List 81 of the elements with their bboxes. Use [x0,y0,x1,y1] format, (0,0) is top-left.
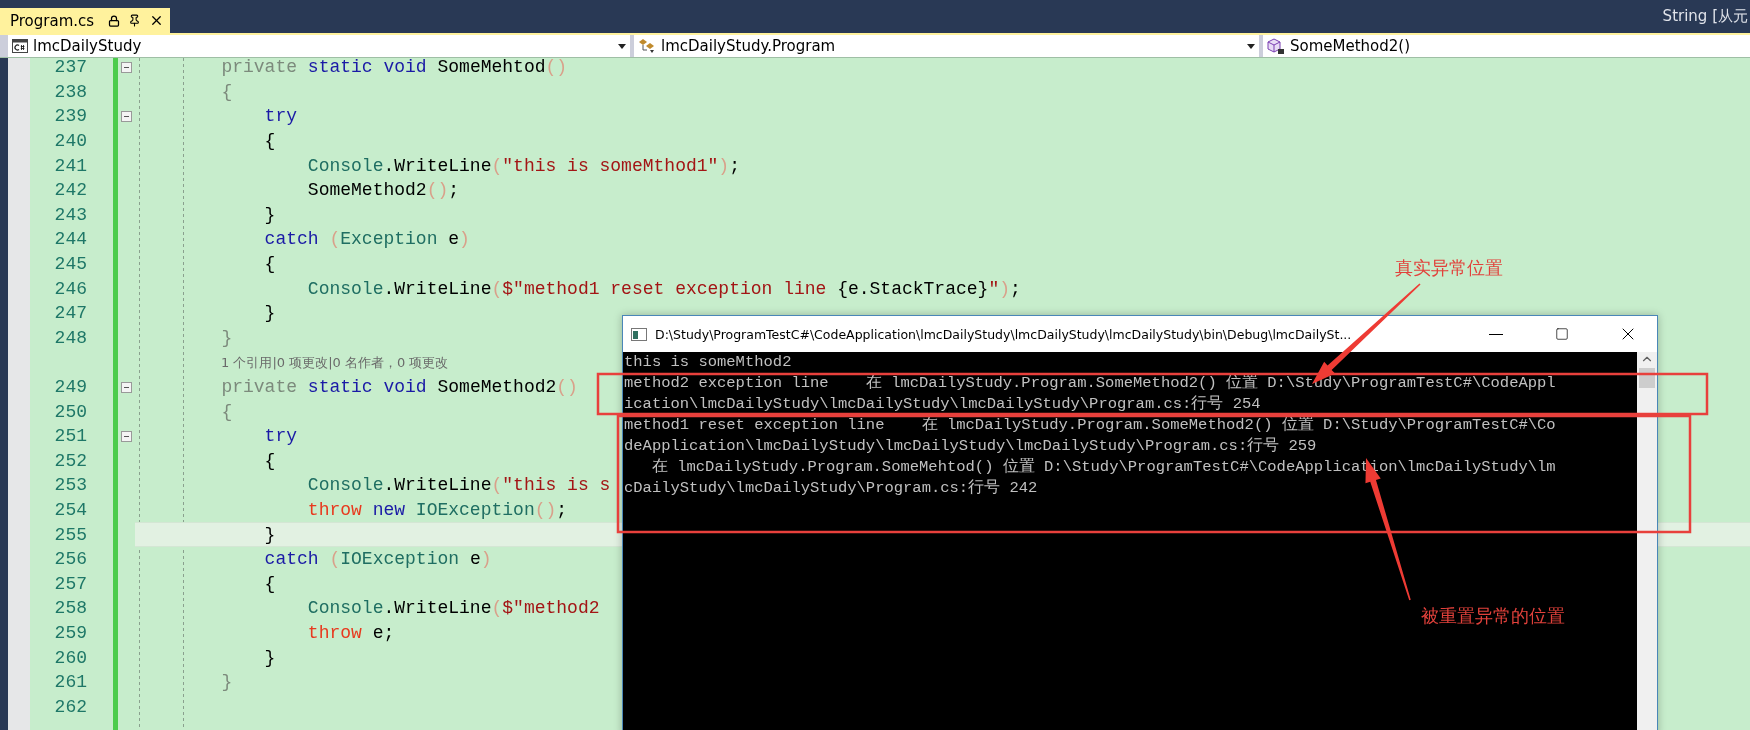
code-line: try [263,426,298,447]
code-line: { [220,401,233,422]
code-line: Console.WriteLine("this is someMthod1"); [306,155,740,176]
code-line: } [263,524,276,545]
line-number: 258 [54,597,87,620]
code-line: throw e; [306,622,395,643]
code-line: } [263,303,276,324]
line-number: 246 [54,277,87,300]
code-line: catch (Exception e) [263,229,470,250]
line-number: 238 [54,80,87,103]
code-line: } [220,327,233,348]
code-line: } [263,204,276,225]
navigation-dropdown[interactable]: SomeMethod2() [1263,35,1750,57]
caret-icon [1247,43,1255,49]
maximize-icon [1555,327,1569,341]
lock-icon[interactable] [108,14,120,27]
line-number: 249 [54,376,87,398]
line-number: 262 [54,695,87,718]
code-line: { [263,254,276,275]
scrollbar[interactable] [1637,352,1657,730]
annotation-label: 被重置异常的位置 [1421,604,1565,628]
console-line: deApplication\lmcDailyStudy\lmcDailyStudy\lmcDailyStudy\Program.cs:行号 259 [624,436,1317,457]
line-number: 248 [54,326,87,349]
collapse-icon[interactable] [121,111,132,122]
line-number: 261 [54,671,87,694]
code-line: { [263,573,276,594]
toolbar-text: String [从元 [1662,7,1749,26]
line-number: 244 [54,228,87,251]
line-number: 243 [54,203,87,226]
code-line: } [220,672,233,693]
line-number: 250 [54,400,87,423]
code-line: SomeMethod2(); [306,180,460,201]
line-number: 239 [54,105,87,128]
line-number: 251 [54,425,87,448]
line-number: 245 [54,253,87,276]
csharp-file-icon [12,39,28,53]
close-icon[interactable] [149,13,164,28]
console-line: cDailyStudy\lmcDailyStudy\Program.cs:行号 242 [624,478,1038,499]
line-number: 237 [54,58,87,79]
caret-icon [618,43,626,49]
code-line: } [263,647,276,668]
line-number: 247 [54,302,87,325]
code-line: throw new IOException(); [306,500,568,520]
minimize-icon [1489,333,1503,335]
code-line: { [220,81,233,102]
line-number: 256 [54,548,87,571]
line-number: 254 [54,499,87,521]
navigation-dropdown[interactable]: lmcDailyStudy [8,35,630,57]
code-line: private static void SomeMehtod() [220,58,568,78]
code-lens[interactable]: 1 个引用|0 项更改|0 名作者，0 项更改 [221,353,449,374]
pin-icon[interactable] [128,14,141,27]
line-number: 252 [54,449,87,472]
line-number: 242 [54,179,87,202]
line-number: 259 [54,621,87,644]
collapse-icon[interactable] [121,430,132,442]
code-line: Console.WriteLine($"method2 [306,598,600,619]
class-icon [638,38,656,54]
collapse-icon[interactable] [121,381,132,393]
code-line: catch (IOException e) [263,549,492,570]
code-line: Console.WriteLine("this is s [306,475,611,496]
code-line: { [263,131,276,152]
line-number: 257 [54,572,87,595]
line-number: 255 [54,523,87,546]
line-number: 240 [54,130,87,153]
code-line: try [263,106,298,127]
window-title: D:\Study\ProgramTestC#\CodeApplication\lmcDailyStudy\lmcDailyStudy\lmcDailyStudy\bin\Debug\lmcDailySt... [655,326,1352,342]
code-line: Console.WriteLine($"method1 reset exception line {e.StackTrace}"); [306,278,1021,299]
line-number: 260 [54,646,87,669]
collapse-icon[interactable] [121,61,132,73]
file-tab[interactable]: Program.cs [0,8,170,33]
console-icon [631,327,647,341]
scrollbar-thumb[interactable] [1639,368,1655,388]
navigation-dropdown[interactable]: lmcDailyStudy.Program [634,35,1259,57]
code-line: { [263,450,276,471]
line-number: 241 [54,154,87,177]
line-number: 253 [54,474,87,497]
cube-icon [1267,37,1285,55]
console-line: this is someMthod2 [624,352,792,373]
console-line: ication\lmcDailyStudy\lmcDailyStudy\lmcDailyStudy\Program.cs:行号 254 [624,394,1261,415]
annotation-label: 真实异常位置 [1395,256,1503,280]
code-line: private static void SomeMethod2() [220,377,578,397]
